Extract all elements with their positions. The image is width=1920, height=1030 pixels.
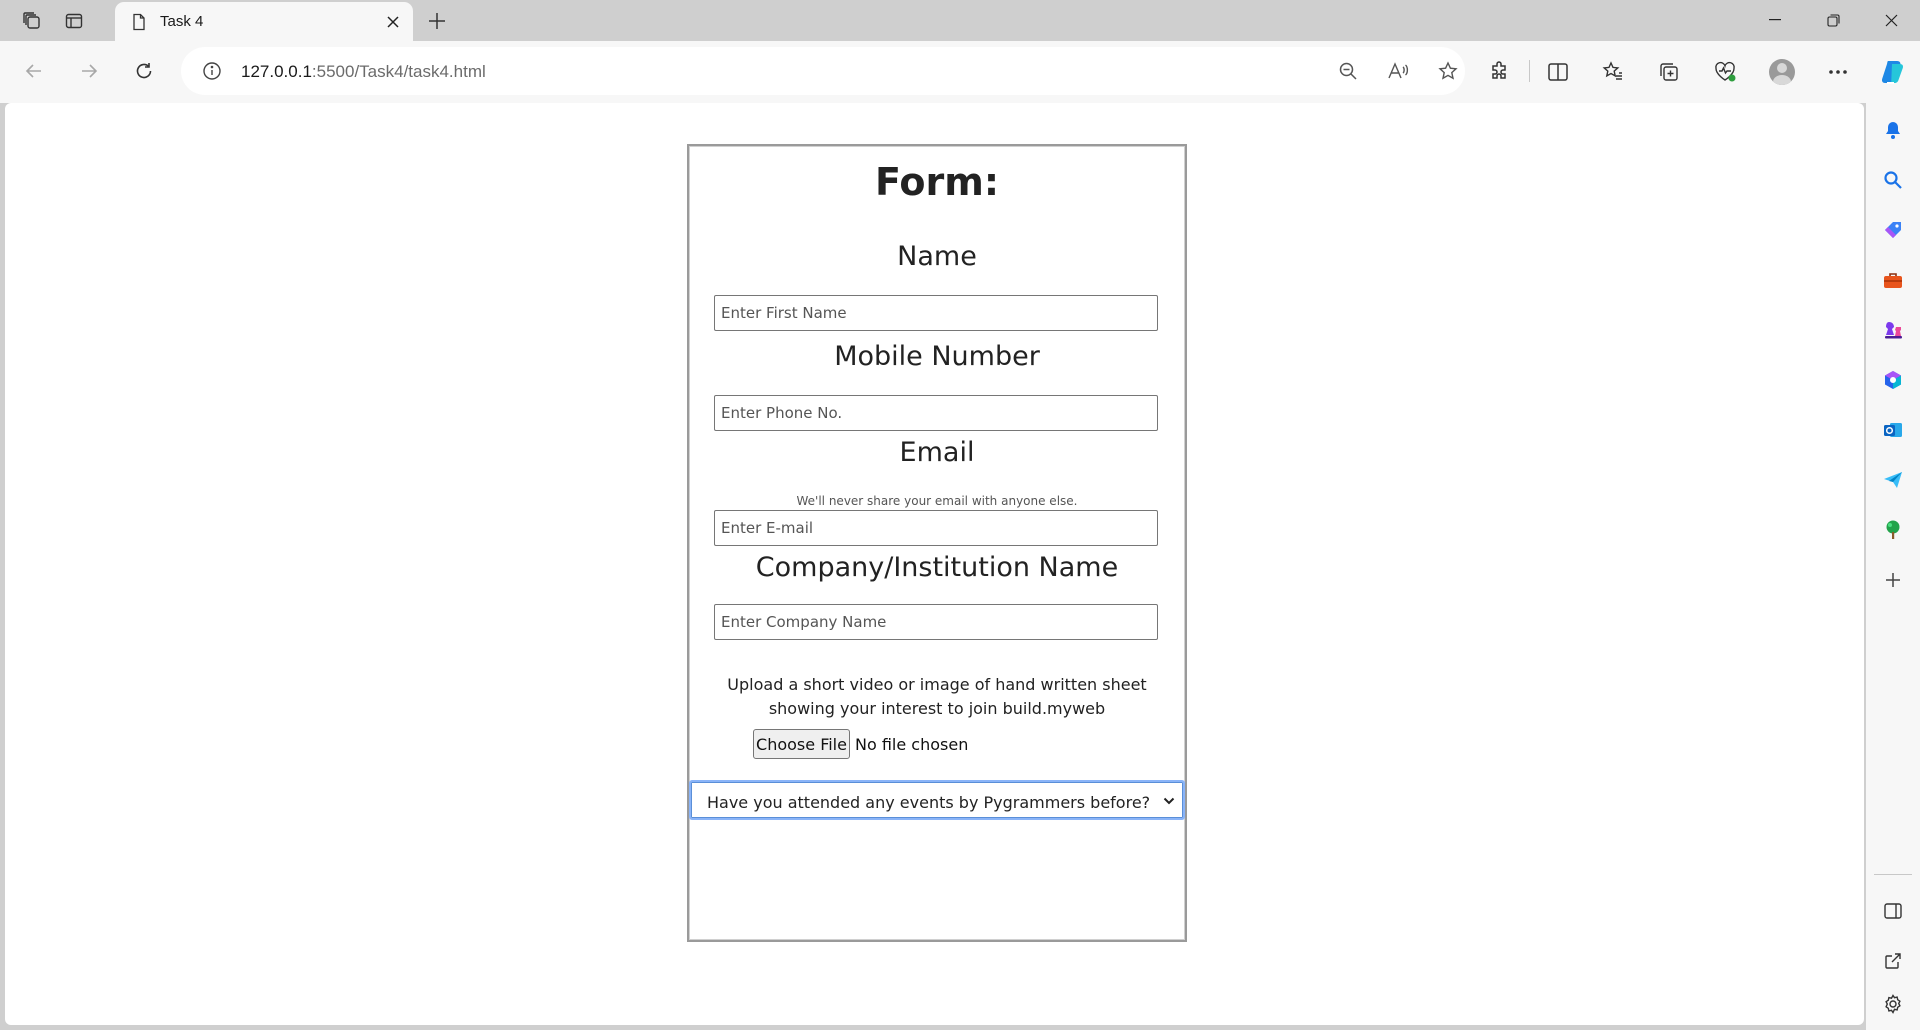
title-bar: Task 4: [0, 0, 1920, 41]
page-viewport: Form: Name Mobile Number Email We'll nev…: [5, 103, 1864, 1025]
close-window-icon[interactable]: [1863, 0, 1919, 40]
hide-sidebar-icon[interactable]: [1875, 893, 1911, 929]
add-sidebar-app-icon[interactable]: [1875, 562, 1911, 598]
restore-icon[interactable]: [1805, 0, 1861, 40]
workspaces-icon[interactable]: [14, 6, 50, 36]
company-name-input[interactable]: [714, 604, 1158, 640]
site-info-icon[interactable]: [195, 54, 229, 88]
phone-input[interactable]: [714, 395, 1158, 431]
choose-file-button[interactable]: Choose File: [753, 729, 850, 759]
favorite-star-icon[interactable]: [1431, 54, 1465, 88]
profile-avatar[interactable]: [1763, 53, 1801, 91]
refresh-icon[interactable]: [126, 53, 162, 89]
back-icon[interactable]: [16, 53, 52, 89]
read-aloud-icon[interactable]: [1381, 54, 1415, 88]
notifications-bell-icon[interactable]: [1875, 112, 1911, 148]
mobile-number-label: Mobile Number: [834, 341, 1040, 372]
form-title: Form:: [874, 160, 1000, 204]
toolbar-separator: [1529, 60, 1530, 82]
games-chess-icon[interactable]: [1875, 312, 1911, 348]
shopping-tag-icon[interactable]: [1875, 212, 1911, 248]
favorites-icon[interactable]: [1594, 53, 1632, 91]
email-label: Email: [899, 437, 975, 468]
edge-sidebar: [1866, 103, 1920, 1030]
new-tab-icon[interactable]: [420, 6, 454, 36]
sidebar-separator: [1874, 874, 1912, 875]
active-tab[interactable]: Task 4: [115, 2, 413, 41]
more-menu-icon[interactable]: [1819, 53, 1857, 91]
chevron-down-icon: [1161, 793, 1177, 809]
tools-briefcase-icon[interactable]: [1875, 262, 1911, 298]
avatar: [1769, 59, 1795, 85]
email-input[interactable]: [714, 510, 1158, 546]
url-path: :5500/Task4/task4.html: [311, 62, 486, 81]
outlook-icon[interactable]: [1875, 412, 1911, 448]
split-screen-icon[interactable]: [1539, 53, 1577, 91]
vertical-tabs-icon[interactable]: [56, 6, 92, 36]
url-host: 127.0.0.1: [241, 62, 312, 81]
url-text[interactable]: 127.0.0.1:5500/Task4/task4.html: [241, 62, 486, 82]
settings-gear-icon[interactable]: [1875, 986, 1911, 1022]
file-status: No file chosen: [855, 735, 969, 754]
tab-title: Task 4: [160, 13, 204, 30]
minimize-icon[interactable]: [1747, 0, 1803, 40]
email-hint: We'll never share your email with anyone…: [796, 494, 1078, 508]
form-container: Form: Name Mobile Number Email We'll nev…: [687, 144, 1187, 942]
extensions-icon[interactable]: [1481, 53, 1519, 91]
microsoft-365-icon[interactable]: [1875, 362, 1911, 398]
open-external-icon[interactable]: [1875, 943, 1911, 979]
collections-icon[interactable]: [1650, 53, 1688, 91]
first-name-input[interactable]: [714, 295, 1158, 331]
tree-icon[interactable]: [1875, 512, 1911, 548]
company-name-label: Company/Institution Name: [755, 552, 1119, 583]
select-value: Have you attended any events by Pygramme…: [707, 793, 1151, 812]
tab-close-icon[interactable]: [381, 10, 405, 34]
upload-instructions: Upload a short video or image of hand wr…: [727, 675, 1147, 718]
forward-icon[interactable]: [71, 53, 107, 89]
search-icon[interactable]: [1875, 162, 1911, 198]
browser-essentials-icon[interactable]: [1706, 53, 1744, 91]
events-attended-select[interactable]: Have you attended any events by Pygramme…: [689, 780, 1185, 820]
zoom-out-icon[interactable]: [1331, 54, 1365, 88]
copilot-icon[interactable]: [1874, 53, 1912, 91]
page-icon: [129, 12, 149, 32]
address-bar[interactable]: 127.0.0.1:5500/Task4/task4.html: [181, 47, 1465, 95]
name-label: Name: [897, 241, 977, 272]
browser-toolbar: 127.0.0.1:5500/Task4/task4.html: [0, 41, 1920, 103]
send-paper-plane-icon[interactable]: [1875, 462, 1911, 498]
